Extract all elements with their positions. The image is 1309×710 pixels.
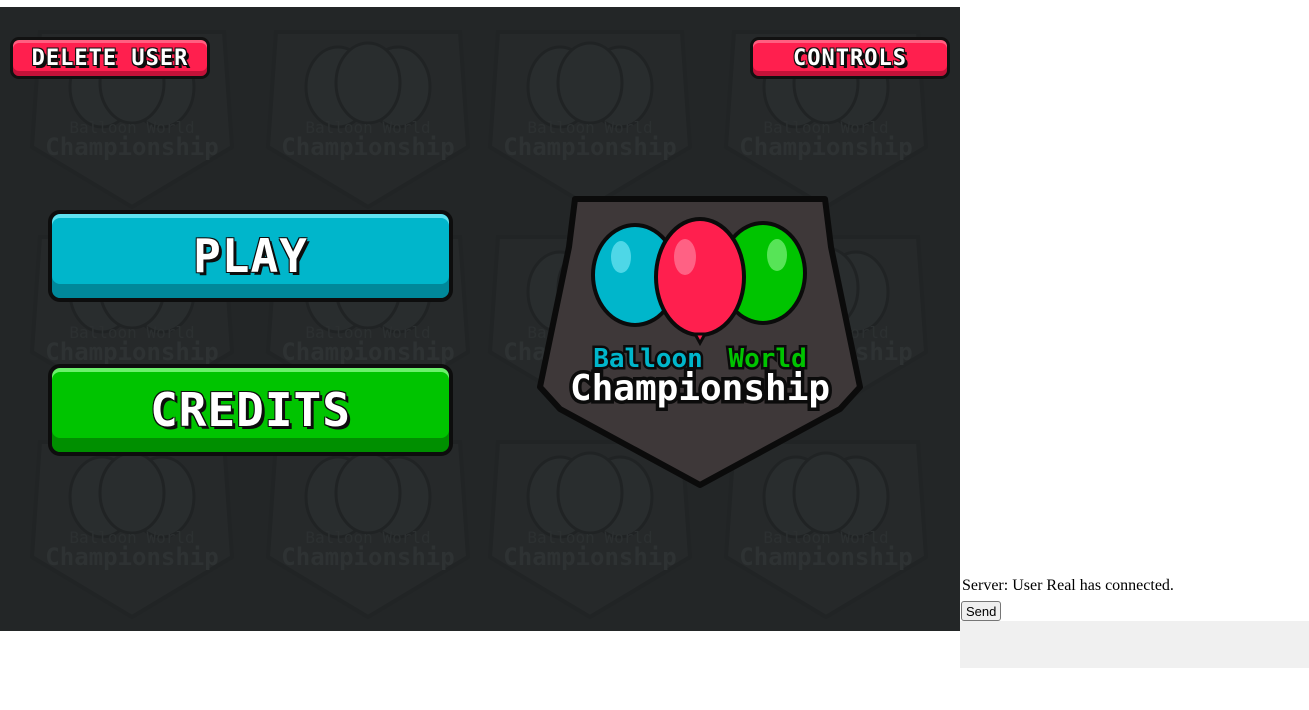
watermark-line2: Championship xyxy=(45,543,218,571)
game-logo: Balloon World Championship xyxy=(537,196,863,488)
watermark-line2: Championship xyxy=(739,543,912,571)
delete-user-label: DELETE USER xyxy=(31,45,189,71)
credits-label: CREDITS xyxy=(150,383,351,437)
watermark-line2: Championship xyxy=(45,338,218,366)
chat-input[interactable] xyxy=(960,621,1309,668)
watermark-line2: Championship xyxy=(45,133,218,161)
watermark-line2: Championship xyxy=(281,133,454,161)
logo-line2: Championship xyxy=(570,368,830,409)
watermark-line2: Championship xyxy=(281,338,454,366)
watermark-logo-10: Balloon WorldChampionship xyxy=(265,440,471,620)
watermark-logo-2: Balloon WorldChampionship xyxy=(265,30,471,210)
chat-message: Server: User Real has connected. xyxy=(962,577,1174,594)
watermark-logo-9: Balloon WorldChampionship xyxy=(29,440,235,620)
controls-button[interactable]: CONTROLS xyxy=(750,37,950,79)
watermark-logo-3: Balloon WorldChampionship xyxy=(487,30,693,210)
game-canvas[interactable]: Balloon World Championship Balloon World Ch… xyxy=(0,7,960,631)
watermark-line2: Championship xyxy=(503,133,676,161)
play-button[interactable]: PLAY xyxy=(48,210,453,302)
watermark-line2: Championship xyxy=(503,543,676,571)
watermark-line2: Championship xyxy=(739,133,912,161)
delete-user-button[interactable]: DELETE USER xyxy=(10,37,210,79)
play-label: PLAY xyxy=(193,229,308,283)
send-button[interactable]: Send xyxy=(961,601,1002,621)
controls-label: CONTROLS xyxy=(793,45,907,71)
credits-button[interactable]: CREDITS xyxy=(48,364,453,456)
watermark-line2: Championship xyxy=(281,543,454,571)
